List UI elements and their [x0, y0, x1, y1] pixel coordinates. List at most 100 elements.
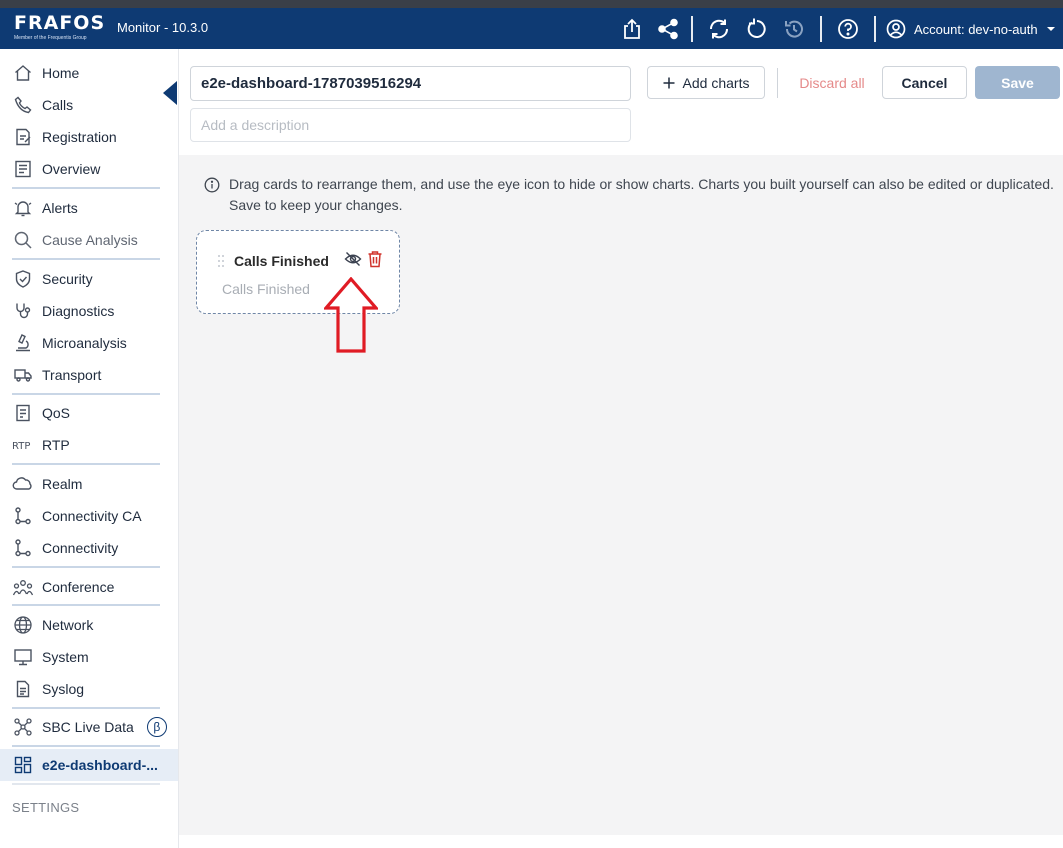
account-menu[interactable]: Account: dev-no-auth: [886, 17, 1056, 41]
sidebar-item-label: Security: [42, 271, 93, 287]
sidebar-item-e2e-dashboard[interactable]: e2e-dashboard-...: [0, 749, 178, 781]
sidebar-item-connectivity-ca[interactable]: Connectivity CA: [0, 500, 178, 532]
sidebar-item-label: Realm: [42, 476, 83, 492]
dashboard-description-input[interactable]: [190, 108, 631, 142]
sidebar-item-sbc-live-data[interactable]: SBC Live Data β: [0, 711, 178, 743]
add-charts-button[interactable]: Add charts: [647, 66, 765, 99]
sidebar-divider: [12, 566, 160, 568]
connectivity-icon: [12, 505, 34, 527]
cloud-icon: [12, 473, 34, 495]
connectivity-icon: [12, 537, 34, 559]
dashboard-icon: [12, 754, 34, 776]
sidebar-item-network[interactable]: Network: [0, 609, 178, 641]
account-label: Account: dev-no-auth: [914, 21, 1038, 37]
frafos-logo[interactable]: FRAFOS Member of the Frequentis Group: [14, 12, 104, 46]
trash-icon[interactable]: [367, 250, 383, 268]
sidebar-item-label: Connectivity CA: [42, 508, 142, 524]
phone-icon: [12, 94, 34, 116]
dashboard-edit-header: Add charts Discard all Cancel Save: [179, 49, 1063, 155]
sidebar-divider: [12, 393, 160, 395]
sidebar-item-microanalysis[interactable]: Microanalysis: [0, 327, 178, 359]
sidebar-item-security[interactable]: Security: [0, 263, 178, 295]
truck-icon: [12, 364, 34, 386]
logo-subtitle: Member of the Frequentis Group: [14, 35, 87, 41]
toolbar-divider: [874, 16, 876, 42]
add-charts-label: Add charts: [682, 74, 750, 91]
sidebar-item-syslog[interactable]: Syslog: [0, 673, 178, 705]
sidebar-item-realm[interactable]: Realm: [0, 468, 178, 500]
drag-handle-icon[interactable]: [217, 254, 225, 268]
sidebar-item-label: Alerts: [42, 200, 78, 216]
sidebar-item-alerts[interactable]: Alerts: [0, 192, 178, 224]
sidebar-item-label: e2e-dashboard-...: [42, 757, 158, 773]
svg-text:RTP: RTP: [12, 441, 30, 452]
sidebar-item-connectivity[interactable]: Connectivity: [0, 532, 178, 564]
microscope-icon: [12, 332, 34, 354]
bottom-edge: [179, 835, 1063, 848]
sidebar-item-rtp[interactable]: RTP RTP: [0, 429, 178, 461]
sidebar-item-calls[interactable]: Calls: [0, 89, 178, 121]
sidebar-item-label: Syslog: [42, 681, 85, 697]
window-top-strip: [0, 0, 1063, 8]
info-text: Drag cards to rearrange them, and use th…: [229, 176, 1054, 213]
dashboard-title-input[interactable]: [190, 66, 631, 101]
sidebar-divider: [12, 187, 160, 189]
document-icon: [12, 678, 34, 700]
beta-badge: β: [146, 717, 167, 737]
sidebar-item-home[interactable]: Home: [0, 57, 178, 89]
sidebar-divider: [12, 463, 160, 465]
sidebar-item-label: QoS: [42, 405, 71, 421]
globe-icon: [12, 614, 34, 636]
chevron-down-icon: [1046, 27, 1055, 31]
stethoscope-icon: [12, 300, 34, 322]
settings-section-label: SETTINGS: [12, 800, 80, 815]
save-button[interactable]: Save: [975, 66, 1060, 99]
cancel-button[interactable]: Cancel: [882, 66, 967, 99]
help-icon[interactable]: [836, 17, 860, 41]
people-icon: [12, 576, 34, 598]
alert-bell-icon: [12, 197, 34, 219]
sidebar-item-label: Diagnostics: [42, 303, 115, 319]
export-icon[interactable]: [620, 17, 644, 41]
discard-all-button[interactable]: Discard all: [789, 66, 875, 99]
graph-icon: [12, 716, 34, 738]
share-icon[interactable]: [656, 17, 680, 41]
annotation-arrow-up-icon: [324, 277, 378, 353]
logo-text: FRAFOS: [14, 12, 106, 34]
sidebar-item-label: Transport: [42, 367, 102, 383]
sidebar-item-label: Calls: [42, 97, 74, 113]
magnifier-icon: [12, 229, 34, 251]
sidebar-divider: [12, 604, 160, 606]
history-icon[interactable]: [782, 17, 806, 41]
refresh-icon[interactable]: [745, 17, 769, 41]
top-bar: FRAFOS Member of the Frequentis Group Mo…: [0, 8, 1063, 49]
sidebar-item-label: System: [42, 649, 89, 665]
sidebar-item-qos[interactable]: QoS: [0, 397, 178, 429]
chart-card-subtitle: Calls Finished: [222, 281, 310, 297]
monitor-icon: [12, 646, 34, 668]
sidebar-item-label: Conference: [42, 579, 115, 595]
sync-icon[interactable]: [707, 17, 731, 41]
sidebar-item-overview[interactable]: Overview: [0, 153, 178, 185]
sidebar-item-diagnostics[interactable]: Diagnostics: [0, 295, 178, 327]
sidebar-item-registration[interactable]: Registration: [0, 121, 178, 153]
sidebar-item-transport[interactable]: Transport: [0, 359, 178, 391]
sidebar-item-cause-analysis[interactable]: Cause Analysis: [0, 224, 178, 256]
sidebar-item-label: Registration: [42, 129, 117, 145]
sidebar-item-system[interactable]: System: [0, 641, 178, 673]
eye-off-icon[interactable]: [344, 250, 362, 268]
sidebar-divider: [12, 745, 160, 747]
toolbar-divider: [691, 16, 693, 42]
sidebar-item-label: Connectivity: [42, 540, 119, 556]
app-title: Monitor - 10.3.0: [117, 20, 209, 35]
header-divider: [777, 68, 778, 98]
sidebar-item-conference[interactable]: Conference: [0, 571, 178, 603]
sidebar-item-label: Network: [42, 617, 94, 633]
qos-icon: [12, 402, 34, 424]
rtp-icon: RTP: [12, 434, 34, 456]
sidebar-collapse-handle[interactable]: [163, 81, 177, 105]
sidebar-divider: [12, 258, 160, 260]
registration-icon: [12, 126, 34, 148]
sidebar: Home Calls Registration Overview Alerts …: [0, 49, 179, 848]
sidebar-divider: [12, 783, 160, 785]
